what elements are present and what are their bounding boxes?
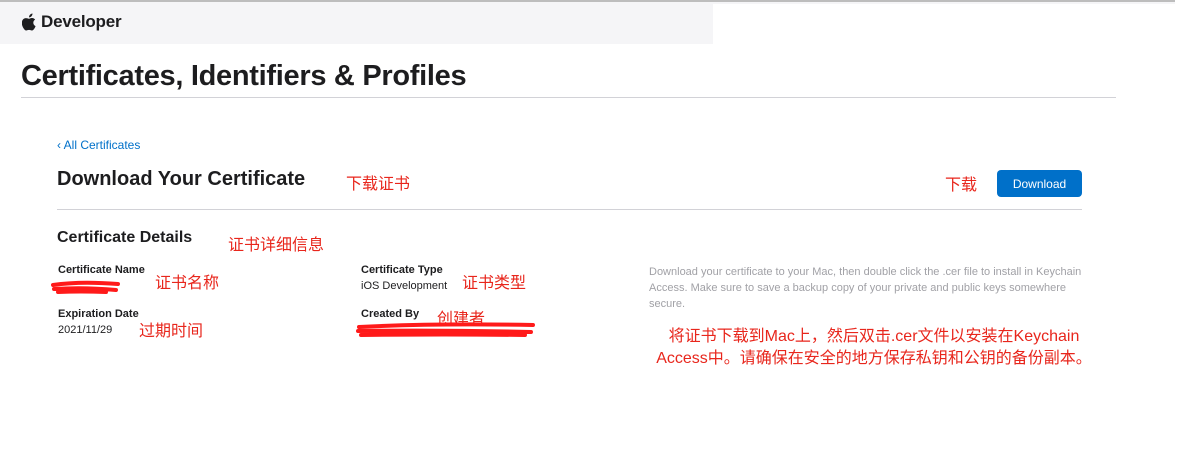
header-blank-area: [713, 4, 1175, 46]
page-title: Certificates, Identifiers & Profiles: [21, 60, 467, 92]
expiration-date-label: Expiration Date: [58, 308, 139, 320]
certificate-type-value: iOS Development: [361, 280, 448, 292]
annotation-certificate-type: 证书类型: [462, 275, 527, 292]
certificate-details-heading: Certificate Details: [57, 229, 193, 246]
created-by-label: Created By: [361, 308, 420, 320]
certificate-type-label: Certificate Type: [361, 264, 443, 276]
annotation-certificate-name: 证书名称: [155, 275, 220, 292]
section-divider: [57, 209, 1082, 210]
download-certificate-heading: Download Your Certificate: [57, 168, 306, 190]
download-help-text: Download your certificate to your Mac, t…: [649, 266, 1082, 310]
annotation-expiration: 过期时间: [139, 323, 204, 340]
annotation-download: 下载: [945, 177, 978, 194]
annotation-instructions: 将证书下载到Mac上，然后双击.cer文件以安装在Keychain Access…: [656, 328, 1092, 367]
developer-home-link[interactable]: Developer: [22, 12, 122, 32]
expiration-date-value: 2021/11/29: [58, 324, 113, 336]
certificate-name-redaction: [51, 280, 120, 294]
brand-label: Developer: [41, 12, 122, 31]
global-header: Developer: [0, 0, 1175, 46]
created-by-redaction: [356, 322, 535, 337]
annotation-certificate-details: 证书详细信息: [228, 237, 325, 254]
certificate-name-label: Certificate Name: [58, 264, 145, 276]
annotation-download-certificate: 下载证书: [346, 176, 411, 193]
apple-logo-icon: [22, 13, 36, 31]
download-button[interactable]: Download: [997, 170, 1082, 197]
all-certificates-link[interactable]: ‹ All Certificates: [57, 138, 140, 152]
title-divider: [21, 97, 1116, 98]
